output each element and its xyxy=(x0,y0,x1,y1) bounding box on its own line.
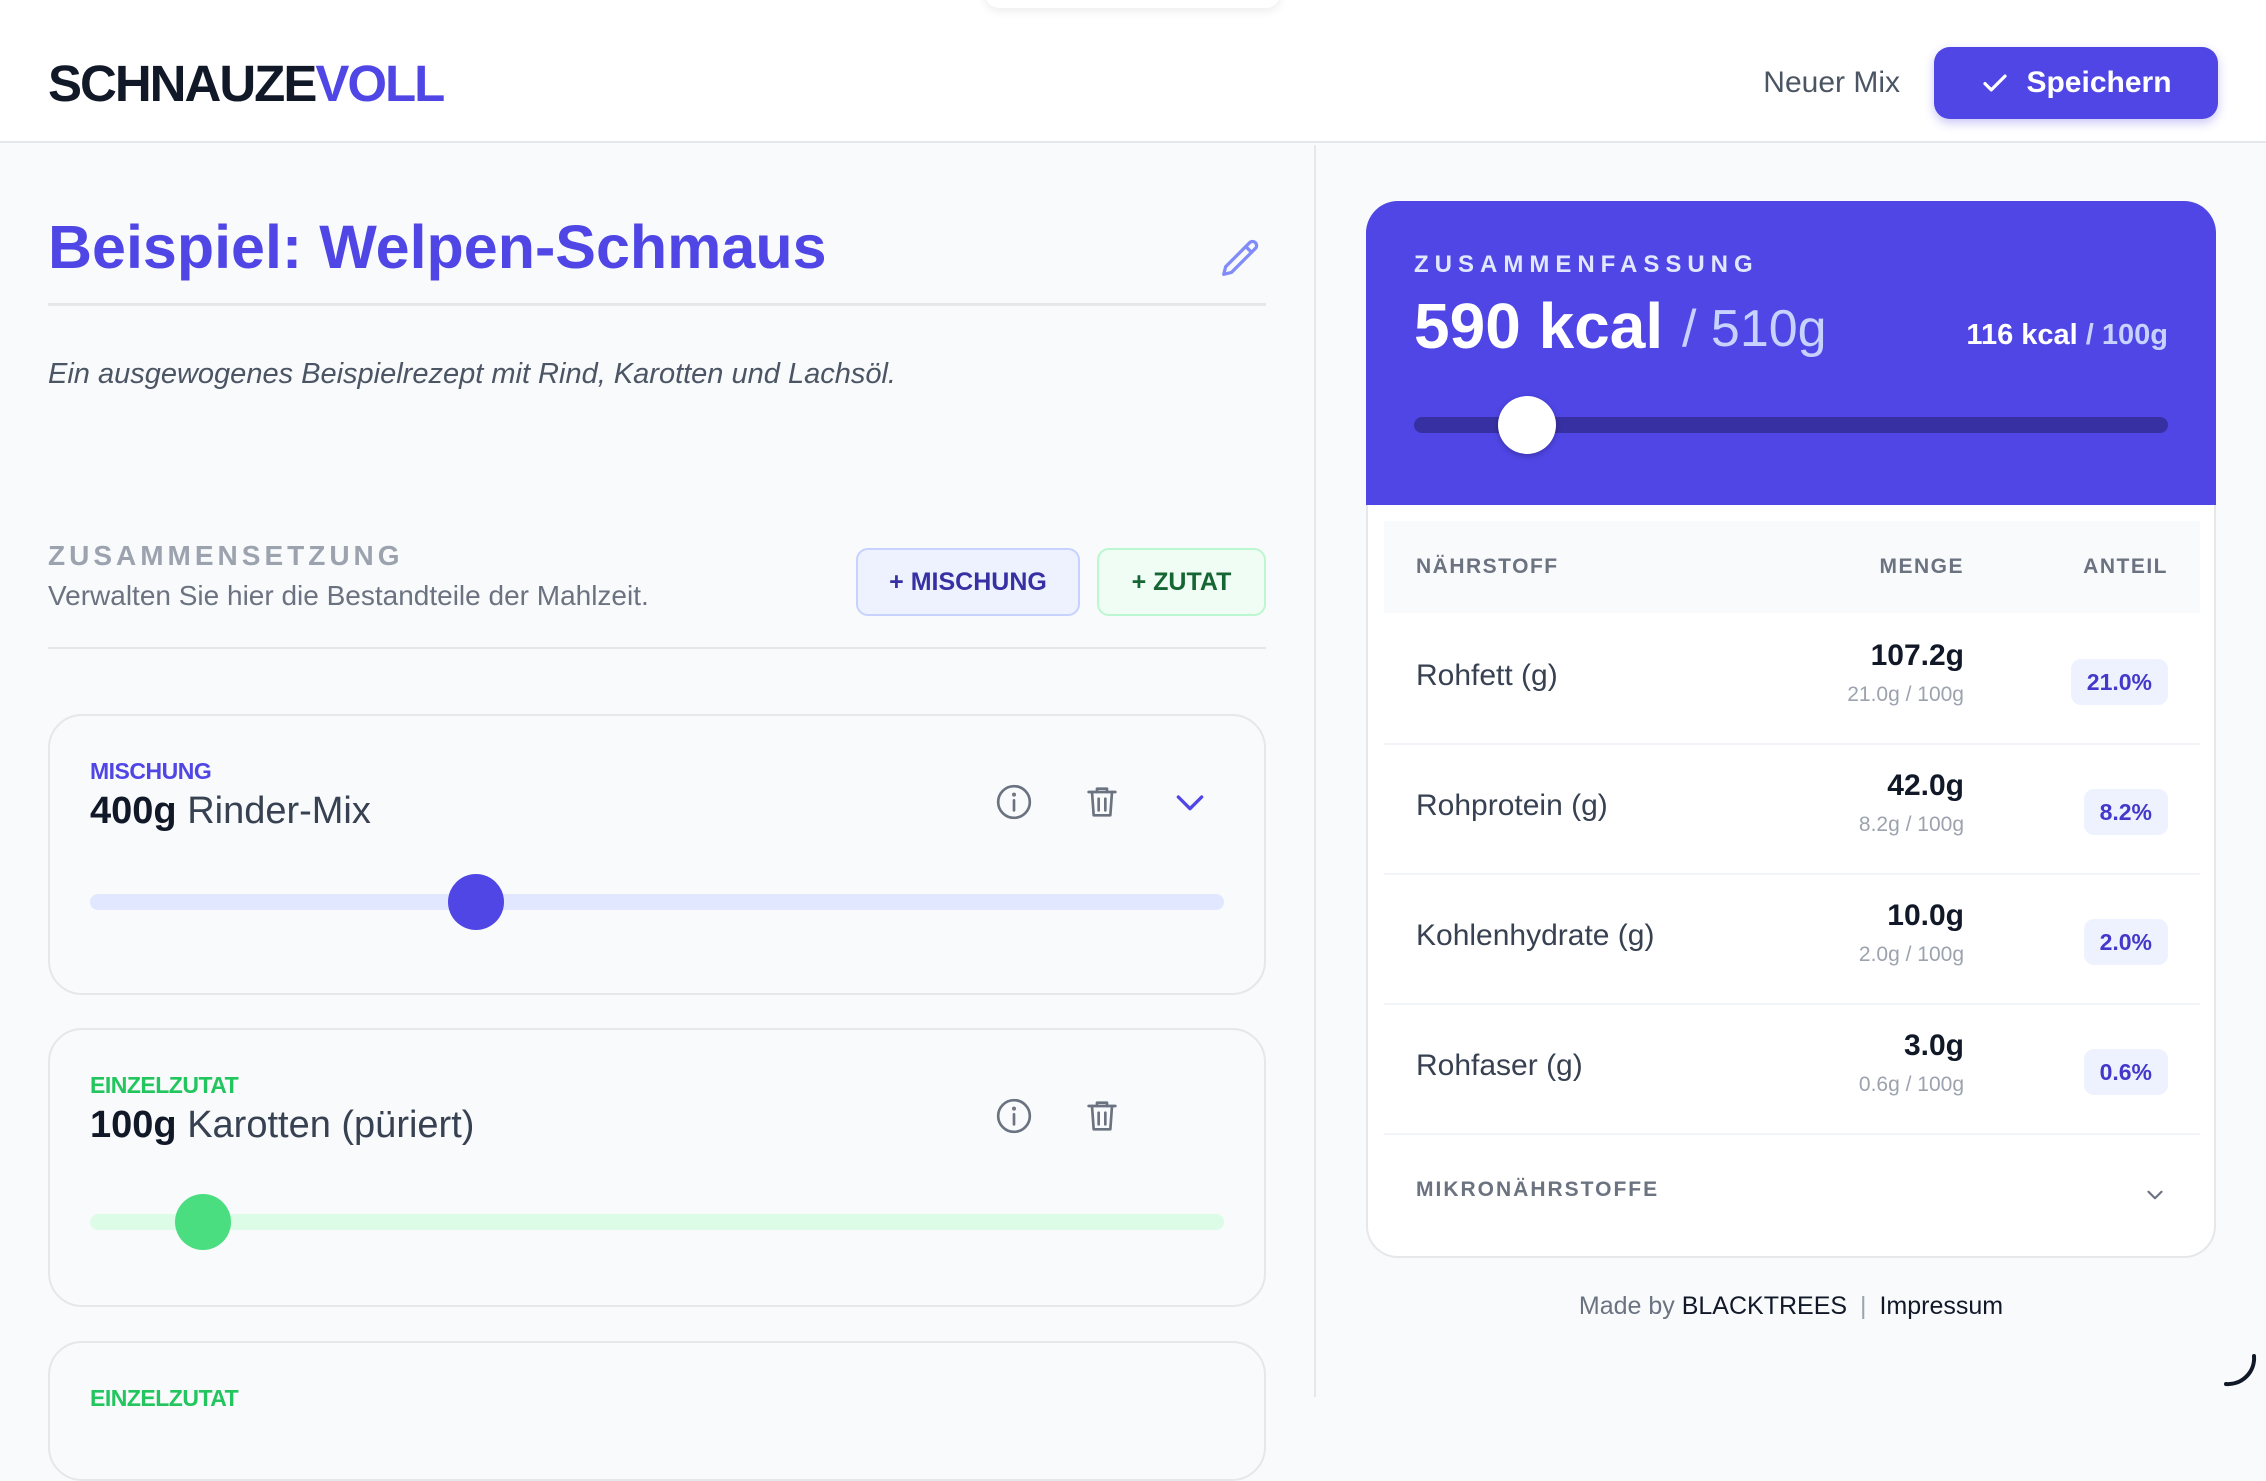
column-header-nutrient: NÄHRSTOFF xyxy=(1416,555,1559,578)
nutrient-name: Rohprotein (g) xyxy=(1416,789,1608,822)
table-header: NÄHRSTOFF MENGE ANTEIL xyxy=(1384,521,2200,613)
floating-toolbar-edge xyxy=(985,0,1280,8)
summary-card: ZUSAMMENFASSUNG 590 kcal / 510g 116 kcal… xyxy=(1366,201,2216,505)
nutrient-per-100g: 2.0g / 100g xyxy=(1858,943,1964,966)
amount-slider-handle[interactable] xyxy=(175,1194,232,1250)
check-icon xyxy=(1983,74,2008,92)
kcal-per-100g: 116 kcal / 100g xyxy=(1966,319,2168,352)
recipe-description[interactable]: Ein ausgewogenes Beispielrezept mit Rind… xyxy=(48,358,896,391)
table-row: Rohprotein (g) 42.0g 8.2g / 100g 8.2% xyxy=(1384,745,2200,875)
component-name: 100g Karotten (püriert) xyxy=(90,1104,474,1147)
chevron-down-icon[interactable] xyxy=(1170,782,1210,822)
section-divider xyxy=(48,647,1266,649)
component-type: MISCHUNG xyxy=(90,758,212,784)
component-title: Karotten (püriert) xyxy=(187,1104,475,1146)
summary-slider-handle[interactable] xyxy=(1498,396,1557,454)
kcal-per-100g-value: 116 kcal xyxy=(1966,319,2078,351)
brand-logo-part2: VOLL xyxy=(315,55,445,112)
nutrient-table: NÄHRSTOFF MENGE ANTEIL Rohfett (g) 107.2… xyxy=(1366,505,2216,1258)
trash-icon[interactable] xyxy=(1082,1096,1122,1136)
pencil-icon[interactable] xyxy=(1218,236,1264,282)
nutrient-share-badge: 0.6% xyxy=(2083,1049,2168,1095)
component-card: EINZELZUTAT 100g Karotten (püriert) xyxy=(48,1028,1266,1307)
table-row: Rohfett (g) 107.2g 21.0g / 100g 21.0% xyxy=(1384,615,2200,745)
new-mix-button[interactable]: Neuer Mix xyxy=(1740,58,1900,108)
chevron-down-icon xyxy=(2147,1190,2163,1200)
save-button-label: Speichern xyxy=(2026,66,2172,99)
brand-logo[interactable]: SCHNAUZEVOLL xyxy=(48,54,445,113)
component-title: Rinder-Mix xyxy=(187,790,371,832)
trash-icon[interactable] xyxy=(1082,782,1122,822)
nutrient-name: Kohlenhydrate (g) xyxy=(1416,919,1655,952)
recipe-title[interactable]: Beispiel: Welpen-Schmaus xyxy=(48,212,827,282)
footer-separator: | xyxy=(1860,1292,1867,1320)
footer-imprint-link[interactable]: Impressum xyxy=(1879,1292,2003,1320)
top-bar: SCHNAUZEVOLL Neuer Mix Speichern xyxy=(0,0,2266,143)
nutrient-per-100g: 8.2g / 100g xyxy=(1858,813,1964,836)
nutrient-per-100g: 21.0g / 100g xyxy=(1847,683,1964,706)
save-button[interactable]: Speichern xyxy=(1934,47,2218,119)
add-ingredient-button[interactable]: + ZUTAT xyxy=(1097,548,1266,616)
total-kcal: 590 kcal xyxy=(1414,290,1664,362)
composition-heading: ZUSAMMENSETZUNG xyxy=(48,540,404,571)
amount-slider-handle[interactable] xyxy=(447,874,504,930)
summary-heading: ZUSAMMENFASSUNG xyxy=(1414,251,1759,278)
title-underline xyxy=(48,303,1266,306)
micronutrients-label: MIKRONÄHRSTOFFE xyxy=(1416,1178,1660,1201)
table-row: Rohfaser (g) 3.0g 0.6g / 100g 0.6% xyxy=(1384,1005,2200,1135)
column-divider xyxy=(1314,145,1316,1397)
micronutrients-toggle[interactable]: MIKRONÄHRSTOFFE xyxy=(1384,1142,2200,1242)
amount-slider-track[interactable] xyxy=(90,894,1224,910)
info-icon[interactable] xyxy=(994,1096,1034,1136)
nutrient-amount: 42.0g xyxy=(1887,769,1964,802)
amount-slider-track[interactable] xyxy=(90,1214,1224,1230)
component-type: EINZELZUTAT xyxy=(90,1072,239,1098)
component-card: EINZELZUTAT xyxy=(48,1341,1266,1481)
kcal-per-100g-unit: / 100g xyxy=(2085,319,2168,351)
composition-subtitle: Verwalten Sie hier die Bestandteile der … xyxy=(48,580,649,611)
column-header-share: ANTEIL xyxy=(2083,555,2168,578)
component-card: MISCHUNG 400g Rinder-Mix xyxy=(48,714,1266,995)
nutrient-amount: 107.2g xyxy=(1870,639,1964,672)
info-icon[interactable] xyxy=(994,782,1034,822)
nutrient-per-100g: 0.6g / 100g xyxy=(1858,1073,1964,1096)
nutrient-amount: 3.0g xyxy=(1903,1029,1964,1062)
table-row: Kohlenhydrate (g) 10.0g 2.0g / 100g 2.0% xyxy=(1384,875,2200,1005)
nutrient-amount: 10.0g xyxy=(1887,899,1964,932)
component-type: EINZELZUTAT xyxy=(90,1385,239,1411)
nutrient-share-badge: 8.2% xyxy=(2083,789,2168,835)
nutrient-name: Rohfaser (g) xyxy=(1416,1049,1583,1082)
component-amount: 400g xyxy=(90,790,177,832)
component-amount: 100g xyxy=(90,1104,177,1146)
footer-company-link[interactable]: BLACKTREES xyxy=(1682,1292,1847,1320)
footer-made-by: Made by xyxy=(1578,1292,1675,1320)
component-name: 400g Rinder-Mix xyxy=(90,790,371,833)
nutrient-share-badge: 2.0% xyxy=(2083,919,2168,965)
add-mix-button[interactable]: + MISCHUNG xyxy=(856,548,1080,616)
nutrient-name: Rohfett (g) xyxy=(1416,659,1558,692)
nutrient-share-badge: 21.0% xyxy=(2070,659,2168,705)
footer: Made by BLACKTREES | Impressum xyxy=(1366,1292,2216,1321)
total-weight: / 510g xyxy=(1682,300,1827,358)
brand-logo-part1: SCHNAUZE xyxy=(48,55,317,112)
loading-spinner-icon xyxy=(2224,1354,2257,1387)
column-header-amount: MENGE xyxy=(1879,555,1964,578)
